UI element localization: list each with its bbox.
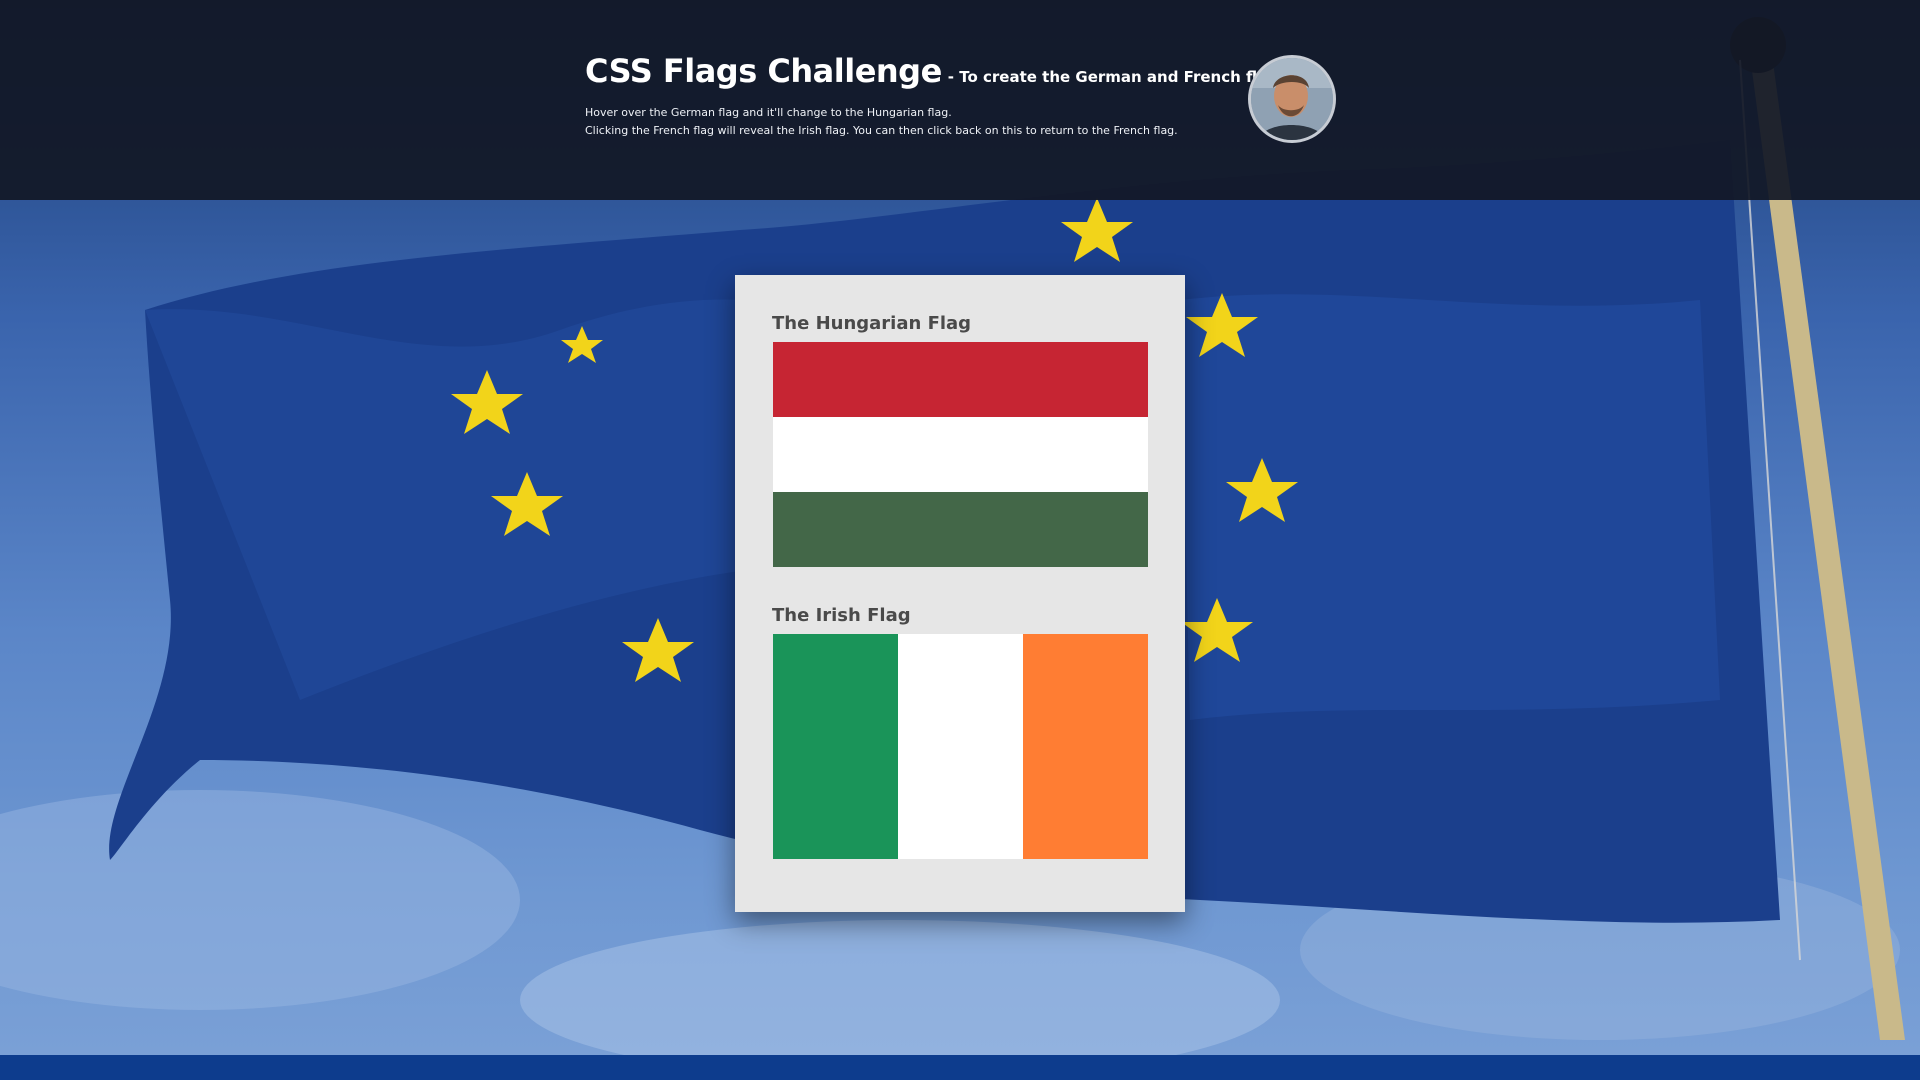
flags-card: The Hungarian Flag The Irish Flag: [735, 275, 1185, 912]
avatar: [1248, 55, 1336, 143]
hungarian-flag-white-band: [773, 417, 1148, 492]
page-subtitle: - To create the German and French flags.: [947, 68, 1293, 86]
hungarian-flag-green-band: [773, 492, 1148, 567]
instruction-hover: Hover over the German flag and it'll cha…: [585, 106, 952, 119]
irish-flag-green-band: [773, 634, 898, 859]
irish-flag-white-band: [898, 634, 1023, 859]
title-line: CSS Flags Challenge - To create the Germ…: [585, 52, 1345, 90]
author-portrait-icon: [1251, 58, 1333, 140]
irish-flag-orange-band: [1023, 634, 1148, 859]
hungarian-flag-red-band: [773, 342, 1148, 417]
irish-flag[interactable]: [773, 634, 1148, 859]
hungarian-flag[interactable]: [773, 342, 1148, 567]
page-header: CSS Flags Challenge - To create the Germ…: [0, 0, 1920, 200]
page-title: CSS Flags Challenge: [585, 52, 942, 90]
hungarian-flag-title: The Hungarian Flag: [772, 313, 972, 334]
header-text-block: CSS Flags Challenge - To create the Germ…: [585, 52, 1345, 140]
footer-strip: [0, 1055, 1920, 1080]
irish-flag-title: The Irish Flag: [772, 605, 911, 626]
instruction-click: Clicking the French flag will reveal the…: [585, 124, 1178, 137]
instructions: Hover over the German flag and it'll cha…: [585, 104, 1345, 140]
